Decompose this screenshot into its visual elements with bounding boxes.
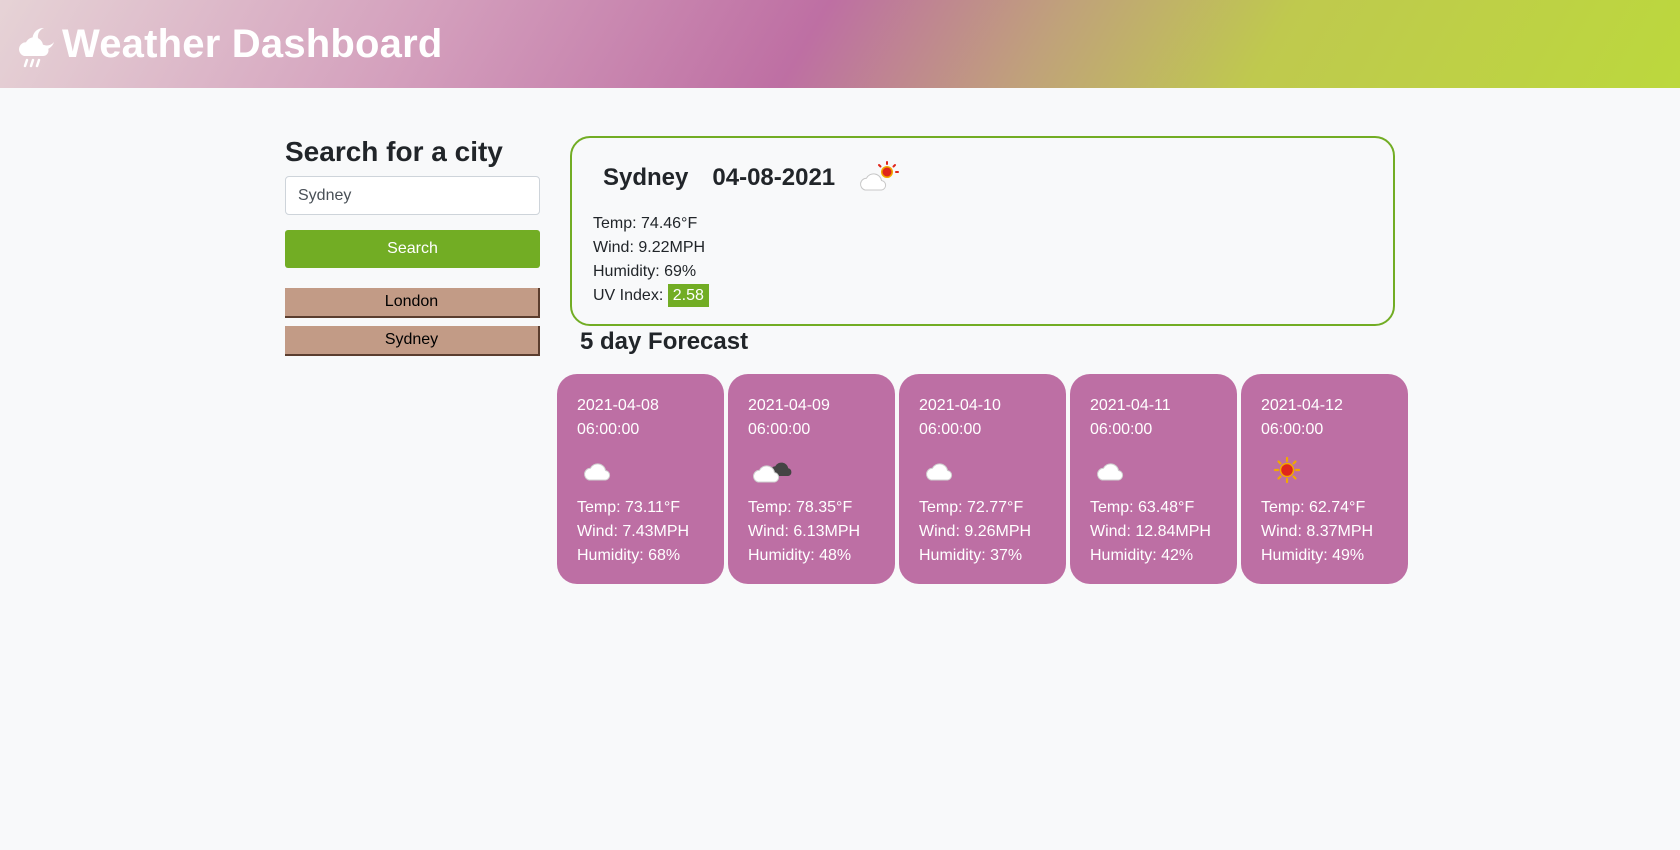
current-stats: Temp: 74.46°F Wind: 9.22MPH Humidity: 69… [593, 212, 1372, 308]
current-date: 04-08-2021 [712, 164, 836, 191]
page-title: Weather Dashboard [62, 21, 443, 66]
forecast-temp: Temp: 73.11°F [577, 499, 681, 516]
cloud-moon-rain-icon [19, 27, 54, 68]
uv-index-badge: 2.58 [667, 284, 709, 307]
forecast-card: 2021-04-12 06:00:00 Temp: 62.74°F Wind: … [1241, 374, 1408, 584]
forecast-time: 06:00:00 [1090, 421, 1153, 438]
forecast-heading: 5 day Forecast [580, 328, 749, 355]
search-sidebar: Search for a city Search London Sydney [285, 132, 540, 364]
current-wind: Wind: 9.22MPH [593, 239, 706, 256]
cloud-icon [926, 463, 953, 481]
forecast-wind: Wind: 8.37MPH [1261, 523, 1374, 540]
search-heading: Search for a city [285, 136, 503, 167]
forecast-temp: Temp: 72.77°F [919, 499, 1024, 516]
forecast-time: 06:00:00 [919, 421, 982, 438]
search-button[interactable]: Search [285, 230, 540, 268]
dark-cloud-icon [753, 462, 792, 483]
forecast-time: 06:00:00 [748, 421, 811, 438]
cloud-icon [1097, 463, 1124, 481]
forecast-temp: Temp: 78.35°F [748, 499, 853, 516]
forecast-date: 2021-04-09 [748, 397, 830, 414]
forecast-wind: Wind: 6.13MPH [748, 523, 861, 540]
uv-label: UV Index: [593, 287, 664, 304]
current-humidity: Humidity: 69% [593, 263, 697, 280]
forecast-humidity: Humidity: 37% [919, 547, 1023, 564]
forecast-humidity: Humidity: 68% [577, 547, 681, 564]
forecast-cards: 2021-04-08 06:00:00 Temp: 73.11°F Wind: … [557, 374, 1408, 584]
sun-icon [1273, 456, 1301, 484]
forecast-humidity: Humidity: 42% [1090, 547, 1194, 564]
forecast-wind: Wind: 9.26MPH [919, 523, 1032, 540]
forecast-temp: Temp: 63.48°F [1090, 499, 1195, 516]
search-history: London Sydney [285, 288, 540, 356]
current-temp: Temp: 74.46°F [593, 215, 698, 232]
forecast-date: 2021-04-08 [577, 397, 659, 414]
forecast-humidity: Humidity: 49% [1261, 547, 1365, 564]
forecast-humidity: Humidity: 48% [748, 547, 852, 564]
current-title-row: Sydney 04-08-2021 [593, 156, 1372, 200]
forecast-date: 2021-04-10 [919, 397, 1001, 414]
history-item-sydney[interactable]: Sydney [285, 326, 540, 356]
forecast-time: 06:00:00 [1261, 421, 1324, 438]
forecast-card: 2021-04-08 06:00:00 Temp: 73.11°F Wind: … [557, 374, 724, 584]
partly-cloudy-icon [860, 161, 900, 191]
forecast-card: 2021-04-09 06:00:00 Temp: 78.35°F Wind: … [728, 374, 895, 584]
cloud-icon [584, 463, 611, 481]
current-city: Sydney [603, 164, 689, 191]
forecast-wind: Wind: 12.84MPH [1090, 523, 1211, 540]
forecast-time: 06:00:00 [577, 421, 640, 438]
forecast-card: 2021-04-11 06:00:00 Temp: 63.48°F Wind: … [1070, 374, 1237, 584]
forecast-card: 2021-04-10 06:00:00 Temp: 72.77°F Wind: … [899, 374, 1066, 584]
forecast-wind: Wind: 7.43MPH [577, 523, 690, 540]
forecast-date: 2021-04-12 [1261, 397, 1343, 414]
city-search-input[interactable] [285, 176, 540, 215]
current-uv-row: UV Index: 2.58 [593, 284, 1372, 308]
forecast-date: 2021-04-11 [1090, 397, 1171, 414]
history-item-london[interactable]: London [285, 288, 540, 318]
app-header: Weather Dashboard [0, 0, 1680, 88]
current-weather-card: Sydney 04-08-2021 Temp: 74.46°F Wind: 9.… [570, 136, 1395, 326]
forecast-temp: Temp: 62.74°F [1261, 499, 1366, 516]
